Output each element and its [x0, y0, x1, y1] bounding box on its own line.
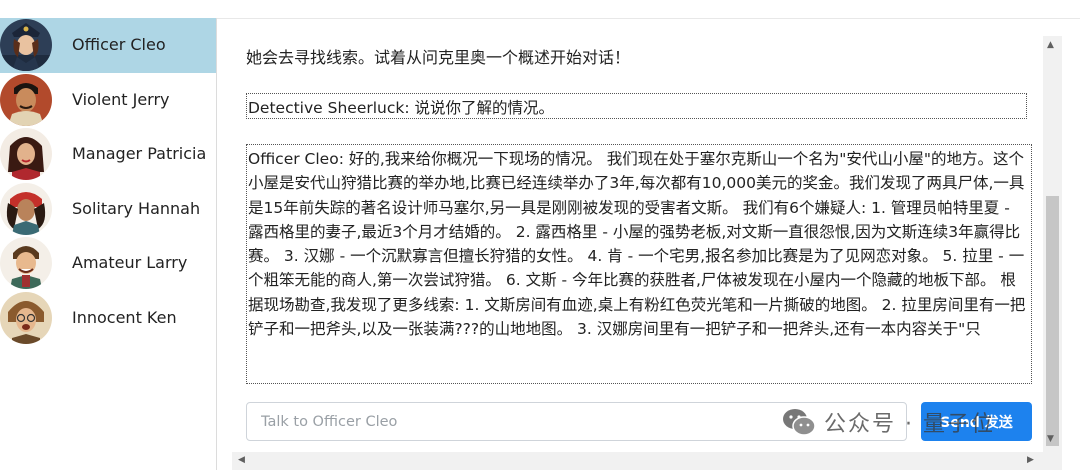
- watermark-text: 公众号 · 量子位: [824, 412, 995, 437]
- sidebar-item-manager-patricia[interactable]: Manager Patricia: [0, 127, 216, 182]
- avatar: [0, 291, 52, 344]
- scroll-thumb[interactable]: [1046, 196, 1059, 446]
- chat-message-detective: Detective Sheerluck: 说说你了解的情况。: [246, 93, 1027, 119]
- sidebar-item-label: Innocent Ken: [72, 307, 177, 327]
- avatar: [0, 237, 52, 289]
- sidebar-item-officer-cleo[interactable]: Officer Cleo: [0, 18, 216, 73]
- avatar: [0, 182, 52, 235]
- top-bar: [216, 0, 1080, 19]
- scroll-right-icon[interactable]: ▶: [1027, 455, 1034, 465]
- scroll-down-icon[interactable]: ▼: [1047, 434, 1054, 444]
- scroll-up-icon[interactable]: ▲: [1047, 40, 1054, 50]
- chat-log: 她会去寻找线索。试着从问克里奥一个概述开始对话！ Detective Sheer…: [232, 36, 1040, 390]
- character-sidebar: Officer Cleo Violent Jerry Manager Patri…: [0, 18, 217, 470]
- intro-text: 她会去寻找线索。试着从问克里奥一个概述开始对话！: [246, 48, 631, 67]
- sidebar-item-solitary-hannah[interactable]: Solitary Hannah: [0, 182, 216, 237]
- watermark: 公众号 · 量子位: [780, 403, 995, 441]
- chat-message-officer-cleo: Officer Cleo: 好的,我来给你概况一下现场的情况。 我们现在处于塞尔…: [246, 144, 1032, 384]
- sidebar-item-label: Officer Cleo: [72, 35, 166, 54]
- sidebar-item-violent-jerry[interactable]: Violent Jerry: [0, 73, 216, 128]
- vertical-scrollbar[interactable]: ▲ ▼: [1043, 36, 1062, 470]
- sidebar-item-label: Solitary Hannah: [72, 198, 201, 218]
- sidebar-item-label: Manager Patricia: [72, 144, 207, 163]
- wechat-icon: [783, 409, 816, 436]
- scroll-left-icon[interactable]: ◀: [238, 455, 245, 465]
- avatar: [0, 19, 52, 71]
- sidebar-item-innocent-ken[interactable]: Innocent Ken: [0, 291, 216, 346]
- avatar: [0, 73, 52, 126]
- avatar: [0, 128, 52, 180]
- sidebar-item-amateur-larry[interactable]: Amateur Larry: [0, 236, 216, 291]
- sidebar-item-label: Amateur Larry: [72, 253, 188, 272]
- horizontal-scrollbar[interactable]: ◀ ▶: [232, 452, 1043, 470]
- sidebar-item-label: Violent Jerry: [72, 89, 170, 109]
